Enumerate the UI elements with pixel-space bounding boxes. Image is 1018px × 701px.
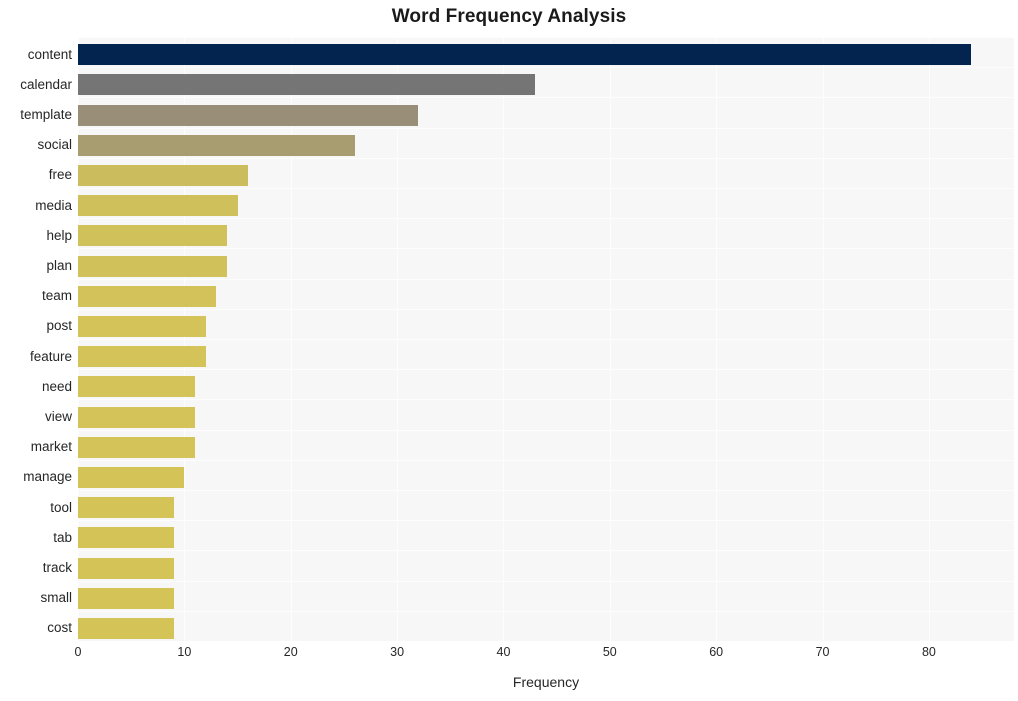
bar-manage — [78, 466, 185, 488]
bar-tool — [78, 497, 174, 519]
x-tick-label-40: 40 — [496, 645, 511, 659]
bar-help — [78, 225, 227, 247]
y-tick-label-media: media — [35, 197, 72, 213]
y-tick-label-track: track — [42, 560, 72, 575]
word-frequency-chart: Word Frequency Analysis content calendar t… — [0, 0, 1018, 701]
bar-plan — [78, 255, 227, 277]
x-tick-label-70: 70 — [815, 645, 830, 659]
y-tick-label-team: team — [41, 288, 72, 304]
y-tick-label-tool: tool — [50, 499, 72, 515]
y-tick-label-view: view — [44, 409, 72, 424]
y-tick-label-template: template — [20, 107, 72, 122]
bar-view — [78, 406, 195, 428]
x-tick-label-80: 80 — [921, 645, 936, 659]
y-tick-label-manage: manage — [23, 469, 72, 485]
bar-market — [78, 436, 195, 458]
y-tick-label-cost: cost — [47, 620, 72, 636]
x-tick-label-50: 50 — [602, 645, 617, 659]
x-tick-label-20: 20 — [283, 645, 298, 659]
bar-post — [78, 315, 206, 337]
x-tick-label-0: 0 — [74, 645, 82, 659]
bar-team — [78, 285, 217, 307]
bar-calendar — [78, 74, 536, 96]
x-axis-tick-labels: 0 10 20 30 40 50 60 70 80 — [0, 645, 1018, 667]
y-tick-label-need: need — [41, 378, 72, 394]
bar-social — [78, 134, 355, 156]
bar-template — [78, 104, 419, 126]
y-axis-tick-labels: content calendar template social free media he… — [0, 37, 72, 641]
bar-tab — [78, 527, 174, 549]
x-tick-label-60: 60 — [709, 645, 724, 659]
x-tick-label-10: 10 — [177, 645, 192, 659]
y-tick-label-free: free — [48, 167, 72, 183]
y-tick-label-small: small — [40, 590, 72, 606]
y-tick-label-feature: feature — [29, 348, 72, 364]
y-tick-label-content: content — [27, 46, 72, 62]
y-tick-label-calendar: calendar — [20, 76, 72, 92]
plot-area — [78, 37, 1014, 641]
bar-small — [78, 587, 174, 609]
y-tick-label-tab: tab — [53, 529, 72, 545]
x-axis-title: Frequency — [512, 674, 580, 690]
y-tick-label-social: social — [37, 137, 72, 153]
y-tick-label-plan: plan — [46, 258, 72, 273]
bar-content — [78, 44, 972, 66]
y-tick-label-market: market — [30, 439, 72, 455]
y-tick-label-help: help — [46, 227, 72, 243]
bar-track — [78, 557, 174, 579]
chart-title: Word Frequency Analysis — [391, 6, 627, 27]
y-tick-label-post: post — [46, 318, 72, 334]
bar-need — [78, 376, 195, 398]
bar-media — [78, 195, 238, 217]
bar-feature — [78, 346, 206, 368]
bar-cost — [78, 617, 174, 639]
bar-free — [78, 164, 249, 186]
bars-layer — [78, 37, 1014, 641]
x-tick-label-30: 30 — [390, 645, 405, 659]
